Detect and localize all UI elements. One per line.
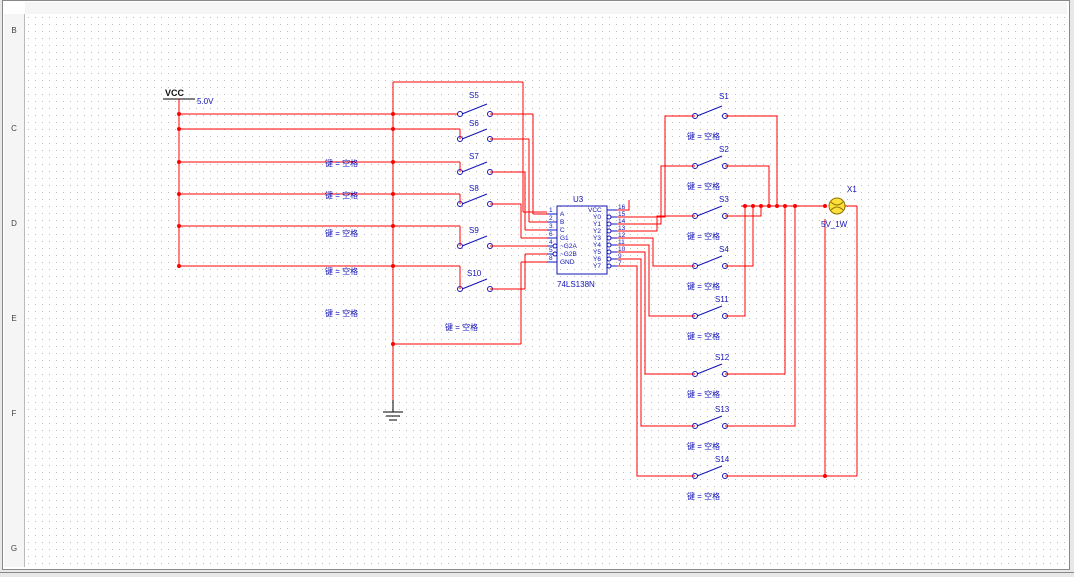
ruler-label: E [4, 314, 24, 323]
switch-S1[interactable]: S1 [693, 92, 730, 119]
key-label: 键 = 空格 [687, 181, 720, 191]
svg-text:74LS138N: 74LS138N [557, 280, 595, 289]
ruler-label: G [4, 544, 24, 553]
svg-text:S7: S7 [469, 152, 479, 161]
svg-text:S4: S4 [719, 245, 729, 254]
svg-text:S12: S12 [715, 353, 730, 362]
key-label: 键 = 空格 [325, 190, 358, 200]
switch-S10[interactable]: S10 [458, 269, 493, 292]
key-label: 键 = 空格 [325, 158, 358, 168]
key-label: 键 = 空格 [445, 322, 478, 332]
svg-text:S13: S13 [715, 405, 730, 414]
vcc-value: 5.0V [197, 97, 214, 106]
switch-S13[interactable]: S13 [693, 405, 730, 429]
svg-text:1: 1 [549, 207, 553, 214]
svg-text:~G2B: ~G2B [560, 251, 577, 258]
svg-text:VCC: VCC [588, 207, 602, 214]
bottom-divider [0, 572, 1074, 573]
svg-text:C: C [560, 227, 565, 234]
switch-S12[interactable]: S12 [693, 353, 730, 377]
svg-text:Y7: Y7 [593, 263, 601, 270]
svg-text:Y0: Y0 [593, 214, 601, 221]
key-label: 键 = 空格 [687, 281, 720, 291]
schematic-svg: VCC 5.0V 键 = 空格 [25, 14, 1067, 567]
switch-S2[interactable]: S2 [693, 145, 730, 169]
switch-S4[interactable]: S4 [693, 245, 730, 269]
svg-text:S5: S5 [469, 91, 479, 100]
ruler-label: D [4, 219, 24, 228]
svg-text:S14: S14 [715, 455, 730, 464]
svg-text:S8: S8 [469, 184, 479, 193]
svg-text:U3: U3 [573, 195, 584, 204]
key-label: 键 = 空格 [687, 131, 720, 141]
svg-text:5V_1W: 5V_1W [821, 220, 848, 229]
key-label: 键 = 空格 [325, 266, 358, 276]
key-label: 键 = 空格 [325, 308, 358, 318]
vcc-net-label: VCC [165, 88, 185, 98]
svg-text:S9: S9 [469, 226, 479, 235]
ic-U3[interactable]: U3 74LS138N A [547, 195, 626, 289]
switch-S7[interactable]: S7 [458, 152, 493, 175]
svg-text:S3: S3 [719, 195, 729, 204]
switch-S14[interactable]: S14 [693, 455, 730, 479]
switch-S5[interactable]: S5 [458, 91, 493, 117]
ground-symbol [383, 400, 403, 420]
key-label: 键 = 空格 [687, 331, 720, 341]
svg-text:GND: GND [560, 259, 575, 266]
key-label: 键 = 空格 [687, 389, 720, 399]
svg-text:S6: S6 [469, 119, 479, 128]
svg-text:S2: S2 [719, 145, 729, 154]
svg-text:Y1: Y1 [593, 221, 601, 228]
key-label: 键 = 空格 [687, 231, 720, 241]
switch-S9[interactable]: S9 [458, 226, 493, 249]
svg-text:Y5: Y5 [593, 249, 601, 256]
switch-S6[interactable]: S6 [458, 119, 493, 142]
key-label: 键 = 空格 [325, 228, 358, 238]
svg-text:4: 4 [549, 239, 553, 246]
svg-text:B: B [560, 219, 564, 226]
svg-text:Y6: Y6 [593, 256, 601, 263]
svg-text:S1: S1 [719, 92, 729, 101]
svg-text:Y3: Y3 [593, 235, 601, 242]
svg-text:X1: X1 [847, 185, 857, 194]
schematic-canvas[interactable]: VCC 5.0V 键 = 空格 [25, 14, 1067, 567]
svg-text:Y2: Y2 [593, 228, 601, 235]
svg-text:8: 8 [549, 255, 553, 262]
switch-S11[interactable]: S11 [693, 295, 730, 319]
svg-text:G1: G1 [560, 235, 569, 242]
ruler-label: B [4, 26, 24, 35]
key-label: 键 = 空格 [687, 441, 720, 451]
switch-S8[interactable]: S8 [458, 184, 493, 207]
svg-text:6: 6 [549, 231, 553, 238]
ruler-left: B C D E F G [4, 14, 25, 567]
svg-text:3: 3 [549, 223, 553, 230]
switch-S3[interactable]: S3 [693, 195, 730, 219]
svg-text:S11: S11 [715, 295, 729, 304]
ruler-top [25, 2, 1067, 14]
key-label: 键 = 空格 [687, 491, 720, 501]
ruler-label: F [4, 409, 24, 418]
svg-text:Y4: Y4 [593, 242, 601, 249]
svg-text:~G2A: ~G2A [560, 243, 577, 250]
svg-text:S10: S10 [467, 269, 482, 278]
svg-text:2: 2 [549, 215, 553, 222]
svg-text:A: A [560, 211, 565, 218]
svg-text:5: 5 [549, 247, 553, 254]
ruler-label: C [4, 124, 24, 133]
